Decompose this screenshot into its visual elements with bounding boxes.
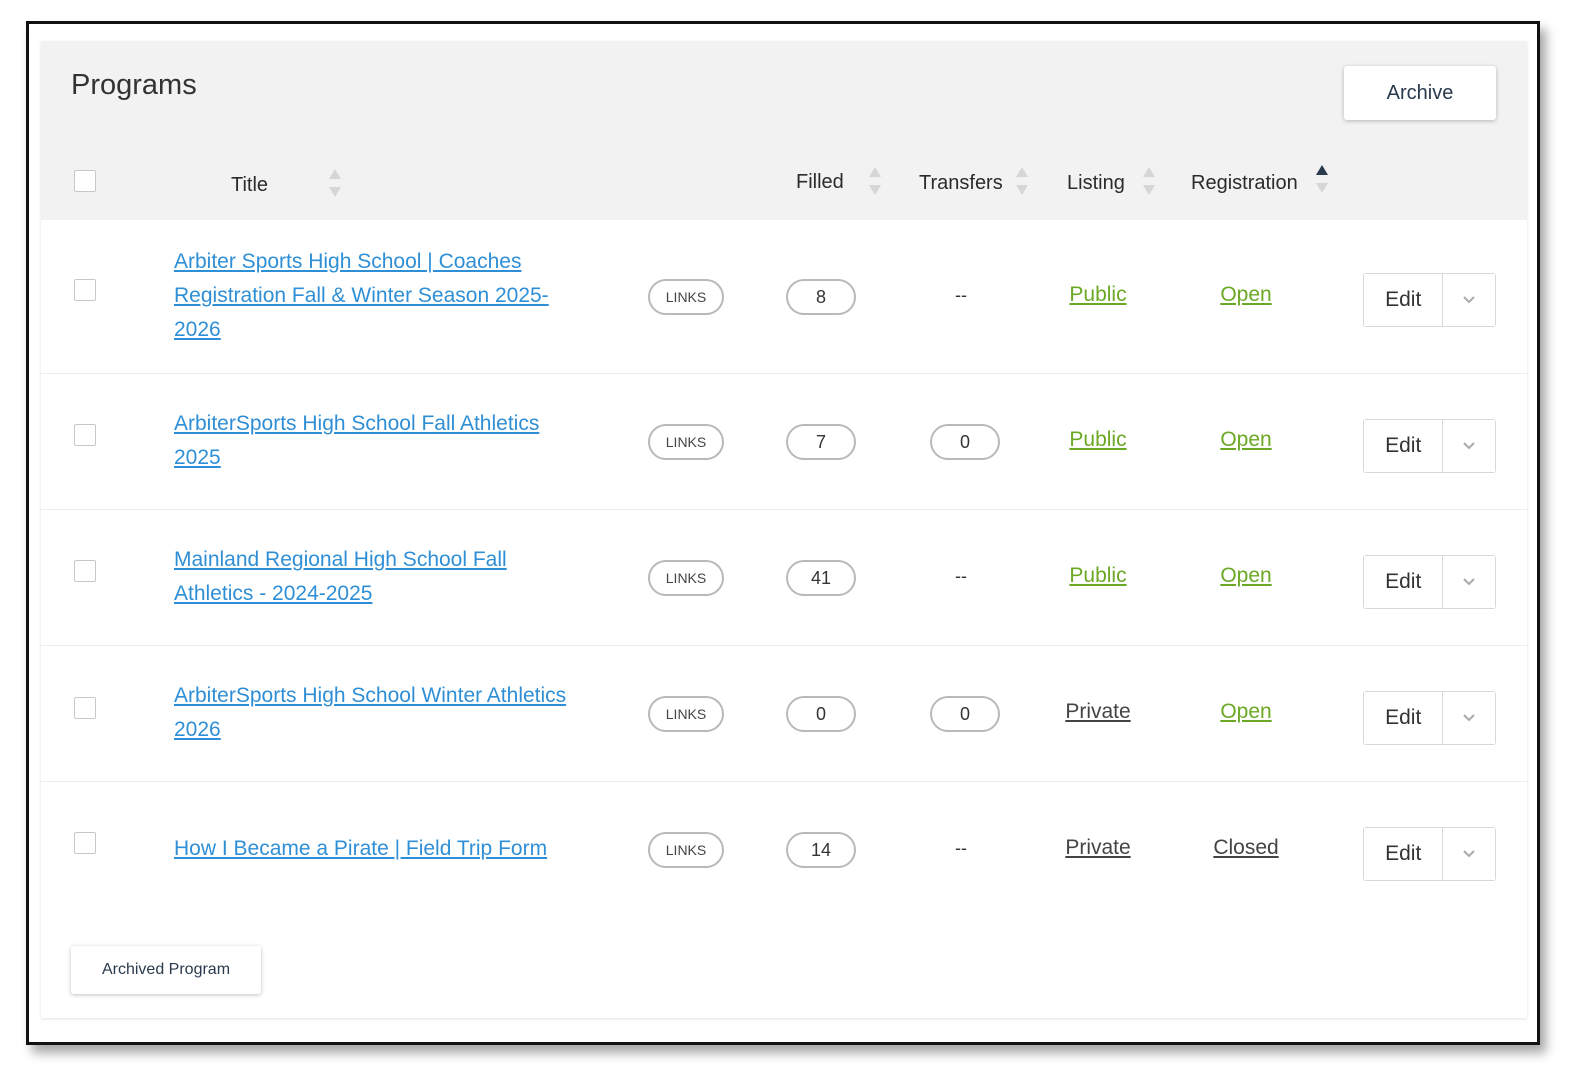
- chevron-down-icon: [1463, 296, 1475, 304]
- row-checkbox[interactable]: [74, 279, 96, 301]
- header-title[interactable]: Title: [231, 174, 268, 197]
- sort-title-icon[interactable]: [329, 167, 341, 199]
- row-checkbox[interactable]: [74, 424, 96, 446]
- edit-button-group: Edit: [1363, 827, 1496, 881]
- panel-header: Programs Archive Title Filled Transfers …: [41, 41, 1527, 220]
- edit-button-group: Edit: [1363, 273, 1496, 327]
- links-button[interactable]: LINKS: [648, 560, 724, 596]
- registration-link[interactable]: Closed: [1201, 836, 1291, 860]
- archive-button[interactable]: Archive: [1344, 66, 1496, 120]
- links-button[interactable]: LINKS: [648, 279, 724, 315]
- listing-link[interactable]: Private: [1053, 836, 1143, 860]
- listing-link[interactable]: Public: [1053, 428, 1143, 452]
- header-registration[interactable]: Registration: [1191, 172, 1298, 195]
- filled-count: 14: [786, 832, 856, 868]
- edit-button[interactable]: Edit: [1364, 274, 1444, 326]
- row-actions-dropdown[interactable]: [1443, 692, 1495, 744]
- transfers-value: --: [955, 566, 967, 586]
- program-title-line: 2026: [174, 718, 221, 741]
- programs-panel: Programs Archive Title Filled Transfers …: [41, 41, 1527, 1018]
- program-title-line: ArbiterSports High School Fall Athletics: [174, 412, 540, 435]
- edit-button[interactable]: Edit: [1364, 828, 1444, 880]
- program-title-line: Mainland Regional High School Fall: [174, 548, 507, 571]
- program-title-line: Registration Fall & Winter Season 2025-: [174, 284, 549, 307]
- page-title: Programs: [71, 69, 197, 101]
- edit-button-group: Edit: [1363, 555, 1496, 609]
- archived-program-button[interactable]: Archived Program: [71, 946, 261, 994]
- registration-link[interactable]: Open: [1201, 283, 1291, 307]
- table-row: ArbiterSports High School Winter Athleti…: [41, 646, 1527, 782]
- row-checkbox[interactable]: [74, 560, 96, 582]
- header-filled[interactable]: Filled: [796, 171, 844, 194]
- row-actions-dropdown[interactable]: [1443, 274, 1495, 326]
- sort-transfers-icon[interactable]: [1016, 165, 1028, 197]
- table-row: ArbiterSports High School Fall Athletics…: [41, 374, 1527, 510]
- registration-link[interactable]: Open: [1201, 564, 1291, 588]
- select-all-checkbox[interactable]: [74, 170, 96, 192]
- links-button[interactable]: LINKS: [648, 424, 724, 460]
- sort-filled-icon[interactable]: [869, 165, 881, 197]
- listing-link[interactable]: Public: [1053, 564, 1143, 588]
- program-title-line: Athletics - 2024-2025: [174, 582, 373, 605]
- row-checkbox[interactable]: [74, 832, 96, 854]
- edit-button[interactable]: Edit: [1364, 556, 1444, 608]
- table-row: Mainland Regional High School Fall Athle…: [41, 510, 1527, 646]
- screenshot-frame: Programs Archive Title Filled Transfers …: [26, 21, 1540, 1045]
- table-row: How I Became a Pirate | Field Trip Form …: [41, 782, 1527, 917]
- row-actions-dropdown[interactable]: [1443, 420, 1495, 472]
- program-title-line: 2025: [174, 446, 221, 469]
- filled-count: 41: [786, 560, 856, 596]
- program-title-link[interactable]: Mainland Regional High School Fall Athle…: [174, 543, 594, 611]
- row-actions-dropdown[interactable]: [1443, 828, 1495, 880]
- program-title-link[interactable]: How I Became a Pirate | Field Trip Form: [174, 832, 594, 866]
- transfers-value: --: [955, 285, 967, 305]
- edit-button[interactable]: Edit: [1364, 420, 1444, 472]
- edit-button-group: Edit: [1363, 691, 1496, 745]
- filled-count: 0: [786, 696, 856, 732]
- sort-listing-icon[interactable]: [1143, 165, 1155, 197]
- program-title-link[interactable]: ArbiterSports High School Winter Athleti…: [174, 679, 594, 747]
- transfers-count: 0: [930, 424, 1000, 460]
- edit-button-group: Edit: [1363, 419, 1496, 473]
- program-title-line: 2026: [174, 318, 221, 341]
- program-title-line: How I Became a Pirate | Field Trip Form: [174, 837, 548, 860]
- transfers-count: 0: [930, 696, 1000, 732]
- table-row: Arbiter Sports High School | Coaches Reg…: [41, 220, 1527, 374]
- chevron-down-icon: [1463, 714, 1475, 722]
- header-listing[interactable]: Listing: [1067, 172, 1125, 195]
- edit-button[interactable]: Edit: [1364, 692, 1444, 744]
- sort-registration-ascending-icon[interactable]: [1316, 163, 1328, 195]
- row-actions-dropdown[interactable]: [1443, 556, 1495, 608]
- program-title-line: Arbiter Sports High School | Coaches: [174, 250, 522, 273]
- listing-link[interactable]: Private: [1053, 700, 1143, 724]
- filled-count: 7: [786, 424, 856, 460]
- chevron-down-icon: [1463, 850, 1475, 858]
- row-checkbox[interactable]: [74, 697, 96, 719]
- header-transfers[interactable]: Transfers: [919, 172, 1003, 195]
- links-button[interactable]: LINKS: [648, 696, 724, 732]
- registration-link[interactable]: Open: [1201, 428, 1291, 452]
- listing-link[interactable]: Public: [1053, 283, 1143, 307]
- filled-count: 8: [786, 279, 856, 315]
- program-title-line: ArbiterSports High School Winter Athleti…: [174, 684, 567, 707]
- program-title-link[interactable]: ArbiterSports High School Fall Athletics…: [174, 407, 594, 475]
- registration-link[interactable]: Open: [1201, 700, 1291, 724]
- transfers-value: --: [955, 838, 967, 858]
- chevron-down-icon: [1463, 442, 1475, 450]
- chevron-down-icon: [1463, 578, 1475, 586]
- program-title-link[interactable]: Arbiter Sports High School | Coaches Reg…: [174, 245, 594, 347]
- links-button[interactable]: LINKS: [648, 832, 724, 868]
